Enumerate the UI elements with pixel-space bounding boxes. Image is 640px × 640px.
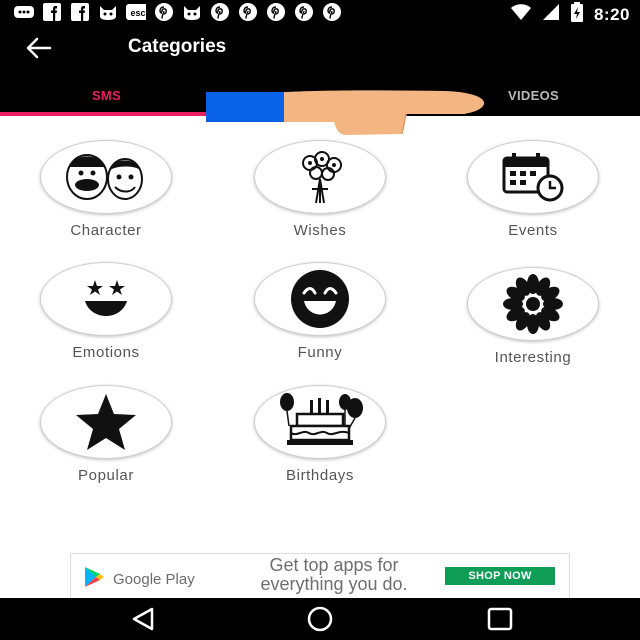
category-label: Funny [297,344,343,361]
category-label: Emotions [72,344,140,361]
sunflower-icon [467,267,599,341]
category-label: Wishes [293,222,347,239]
pinterest-icon [266,3,286,21]
category-events[interactable]: Events [458,140,608,239]
svg-text:esc: esc [130,8,145,18]
system-nav-bar [0,598,640,640]
calendar-clock-icon [467,140,599,214]
messaging-icon [14,3,34,21]
status-bar: esc 8:20 [0,0,640,24]
wifi-icon [510,3,532,26]
laughing-face-icon [254,262,386,336]
category-birthdays[interactable]: Birthdays [245,385,395,484]
home-circle-icon[interactable] [305,606,335,632]
active-tab-indicator [0,112,213,116]
pinterest-icon [322,3,342,21]
tab-sms[interactable]: SMS [0,74,213,116]
category-label: Interesting [494,349,572,366]
signal-icon [542,3,560,26]
back-triangle-icon[interactable] [128,606,158,632]
clock: 8:20 [593,4,630,24]
pinterest-icon [154,3,174,21]
cat-app-icon [98,3,118,21]
flower-bouquet-icon [254,140,386,214]
play-store-icon [83,566,105,593]
category-label: Character [70,222,142,239]
shop-now-button[interactable]: SHOP NOW [445,567,555,585]
page-title: Categories [128,36,227,57]
app-bar: Categories [0,24,640,74]
ad-message: Get top apps for everything you do. [260,555,408,594]
star-icon [40,385,172,459]
category-label: Events [508,222,558,239]
cat-app-icon [182,3,202,21]
notification-icons: esc [14,3,342,21]
birthday-cake-icon [254,385,386,459]
recents-square-icon[interactable] [485,606,515,632]
character-faces-icon [40,140,172,214]
esc-icon: esc [126,3,146,21]
facebook-icon [70,3,90,21]
category-wishes[interactable]: Wishes [245,140,395,239]
category-label: Birthdays [286,467,354,484]
category-funny[interactable]: Funny [245,262,395,361]
pinterest-icon [238,3,258,21]
category-popular[interactable]: Popular [31,385,181,484]
pointing-hand-icon [206,88,496,140]
category-emotions[interactable]: Emotions [31,262,181,361]
store-name: Google Play [113,571,195,588]
star-eyes-smile-icon [40,262,172,336]
category-label: Popular [78,467,134,484]
category-interesting[interactable]: Interesting [458,267,608,366]
pinterest-icon [210,3,230,21]
back-arrow-icon[interactable] [24,36,52,60]
category-character[interactable]: Character [31,140,181,239]
pinterest-icon [294,3,314,21]
facebook-icon [42,3,62,21]
ad-banner[interactable]: Google Play Get top apps for everything … [70,553,570,599]
google-play-logo: Google Play [83,566,195,593]
